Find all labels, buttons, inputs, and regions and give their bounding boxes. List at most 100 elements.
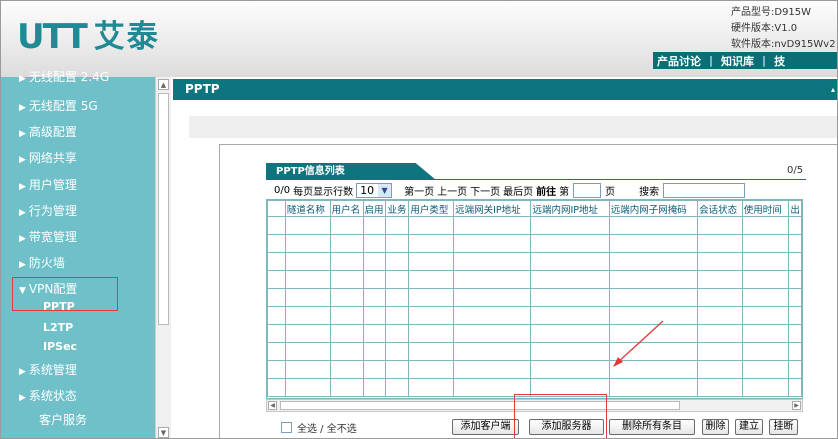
scroll-down-icon[interactable]: ▼	[158, 427, 169, 438]
pptp-table: 隧道名称 用户名 启用 业务 用户类型 远端网关IP地址 远端内网IP地址 远端内网子网掩码会…	[266, 199, 803, 399]
table-cell	[385, 270, 410, 289]
sidebar-item-system-mgmt[interactable]: ▶ 系统管理	[19, 361, 77, 378]
table-cell	[385, 252, 410, 271]
table-cell	[608, 252, 699, 271]
table-row	[267, 342, 802, 361]
table-cell	[608, 216, 699, 235]
table-cell	[453, 270, 532, 289]
table-cell	[408, 306, 455, 325]
device-info: 产品型号:D915W 硬件版本:V1.0 软件版本:nvD915Wv2	[731, 5, 836, 53]
sidebar-subitem-l2tp[interactable]: L2TP	[43, 321, 73, 334]
table-cell	[788, 216, 802, 235]
table-cell	[530, 306, 610, 325]
table-cell	[284, 306, 331, 325]
sidebar-subitem-ipsec[interactable]: IPSec	[43, 340, 77, 353]
page-info: 0/0	[274, 184, 291, 196]
triangle-right-icon: ▶	[19, 182, 26, 192]
nav-product-discussion[interactable]: 产品讨论	[657, 53, 701, 69]
last-page-link[interactable]: 最后页	[503, 183, 533, 198]
sidebar-item-wireless-5g[interactable]: ▶ 无线配置 5G	[19, 97, 98, 114]
sidebar-item-wireless-24g[interactable]: ▶ 无线配置 2.4G	[19, 68, 109, 85]
table-cell	[362, 288, 387, 307]
table-cell	[788, 324, 802, 343]
sidebar-item-sharing[interactable]: ▶ 网络共享	[19, 149, 77, 166]
nav-truncated[interactable]: 技	[774, 53, 785, 69]
delete-all-button[interactable]: 删除所有条目	[609, 419, 695, 435]
sidebar-item-users[interactable]: ▶ 用户管理	[19, 176, 77, 193]
table-cell	[453, 324, 532, 343]
table-cell	[362, 270, 387, 289]
select-all-checkbox[interactable]	[281, 422, 292, 433]
select-all-control[interactable]: 全选 / 全不选	[281, 420, 357, 435]
table-cell	[530, 342, 610, 361]
table-cell	[741, 234, 790, 253]
triangle-right-icon: ▶	[19, 208, 26, 218]
table-row	[267, 252, 802, 271]
table-cell	[284, 234, 331, 253]
select-all-label: 全选 / 全不选	[297, 424, 357, 435]
goto-page-input[interactable]	[573, 182, 602, 198]
table-cell	[530, 234, 610, 253]
table-cell	[741, 288, 790, 307]
table-cell	[741, 216, 790, 235]
table-cell	[608, 342, 699, 361]
table-cell	[362, 378, 387, 397]
table-cell	[329, 288, 364, 307]
table-cell	[608, 378, 699, 397]
table-cell	[362, 252, 387, 271]
scrollbar-thumb[interactable]	[280, 401, 680, 410]
table-cell	[788, 306, 802, 325]
sidebar-item-support[interactable]: 客户服务	[39, 411, 87, 428]
table-cell	[408, 234, 455, 253]
collapse-icon[interactable]: ▴	[831, 79, 835, 100]
first-page-link[interactable]: 第一页	[404, 183, 434, 198]
scroll-left-icon[interactable]: ◀	[268, 401, 277, 410]
table-cell	[788, 252, 802, 271]
table-cell	[267, 306, 286, 325]
table-cell	[408, 270, 455, 289]
rows-per-page-select[interactable]: 10 ▼	[356, 182, 393, 198]
sidebar-item-advanced[interactable]: ▶ 高级配置	[19, 123, 77, 140]
logo: UTT 艾泰	[17, 19, 160, 55]
sidebar-item-bandwidth[interactable]: ▶ 带宽管理	[19, 228, 77, 245]
table-cell	[453, 288, 532, 307]
table-cell	[608, 270, 699, 289]
table-cell	[385, 288, 410, 307]
column-header	[267, 200, 286, 217]
table-cell	[267, 216, 286, 235]
triangle-right-icon: ▶	[19, 74, 26, 84]
table-cell	[453, 342, 532, 361]
table-cell	[267, 252, 286, 271]
table-cell	[453, 216, 532, 235]
table-cell	[329, 252, 364, 271]
sidebar-item-firewall[interactable]: ▶ 防火墙	[19, 254, 65, 271]
scroll-right-icon[interactable]: ▶	[792, 401, 801, 410]
table-cell	[284, 252, 331, 271]
scrollbar-thumb[interactable]	[158, 93, 169, 325]
add-client-button[interactable]: 添加客户端	[452, 419, 519, 435]
next-page-link[interactable]: 下一页	[470, 183, 500, 198]
column-header: 远端内网IP地址	[530, 200, 610, 217]
scroll-up-icon[interactable]: ▲	[158, 79, 169, 90]
connect-button[interactable]: 建立	[735, 419, 763, 435]
sidebar-item-behavior[interactable]: ▶ 行为管理	[19, 202, 77, 219]
table-cell	[385, 216, 410, 235]
sidebar-scrollbar[interactable]: ▲ ▼	[155, 77, 171, 438]
table-cell	[329, 342, 364, 361]
prev-page-link[interactable]: 上一页	[437, 183, 467, 198]
search-input[interactable]	[663, 182, 746, 198]
goto-link[interactable]: 前往	[536, 183, 556, 198]
delete-button[interactable]: 删除	[702, 419, 729, 435]
table-cell	[329, 216, 364, 235]
sidebar-item-system-status[interactable]: ▶ 系统状态	[19, 387, 77, 404]
nav-knowledge-base[interactable]: 知识库	[721, 53, 754, 69]
table-cell	[530, 216, 610, 235]
table-cell	[697, 234, 743, 253]
triangle-right-icon: ▶	[19, 260, 26, 270]
pagination-bar: 0/0 每页显示行数 10 ▼ 第一页 上一页 下一页 最后页 前往 第 页 搜索	[274, 182, 804, 198]
hangup-button[interactable]: 挂断	[769, 419, 798, 435]
table-cell	[788, 270, 802, 289]
table-cell	[608, 234, 699, 253]
triangle-right-icon: ▶	[19, 103, 26, 113]
column-header: 用户名	[329, 200, 364, 217]
